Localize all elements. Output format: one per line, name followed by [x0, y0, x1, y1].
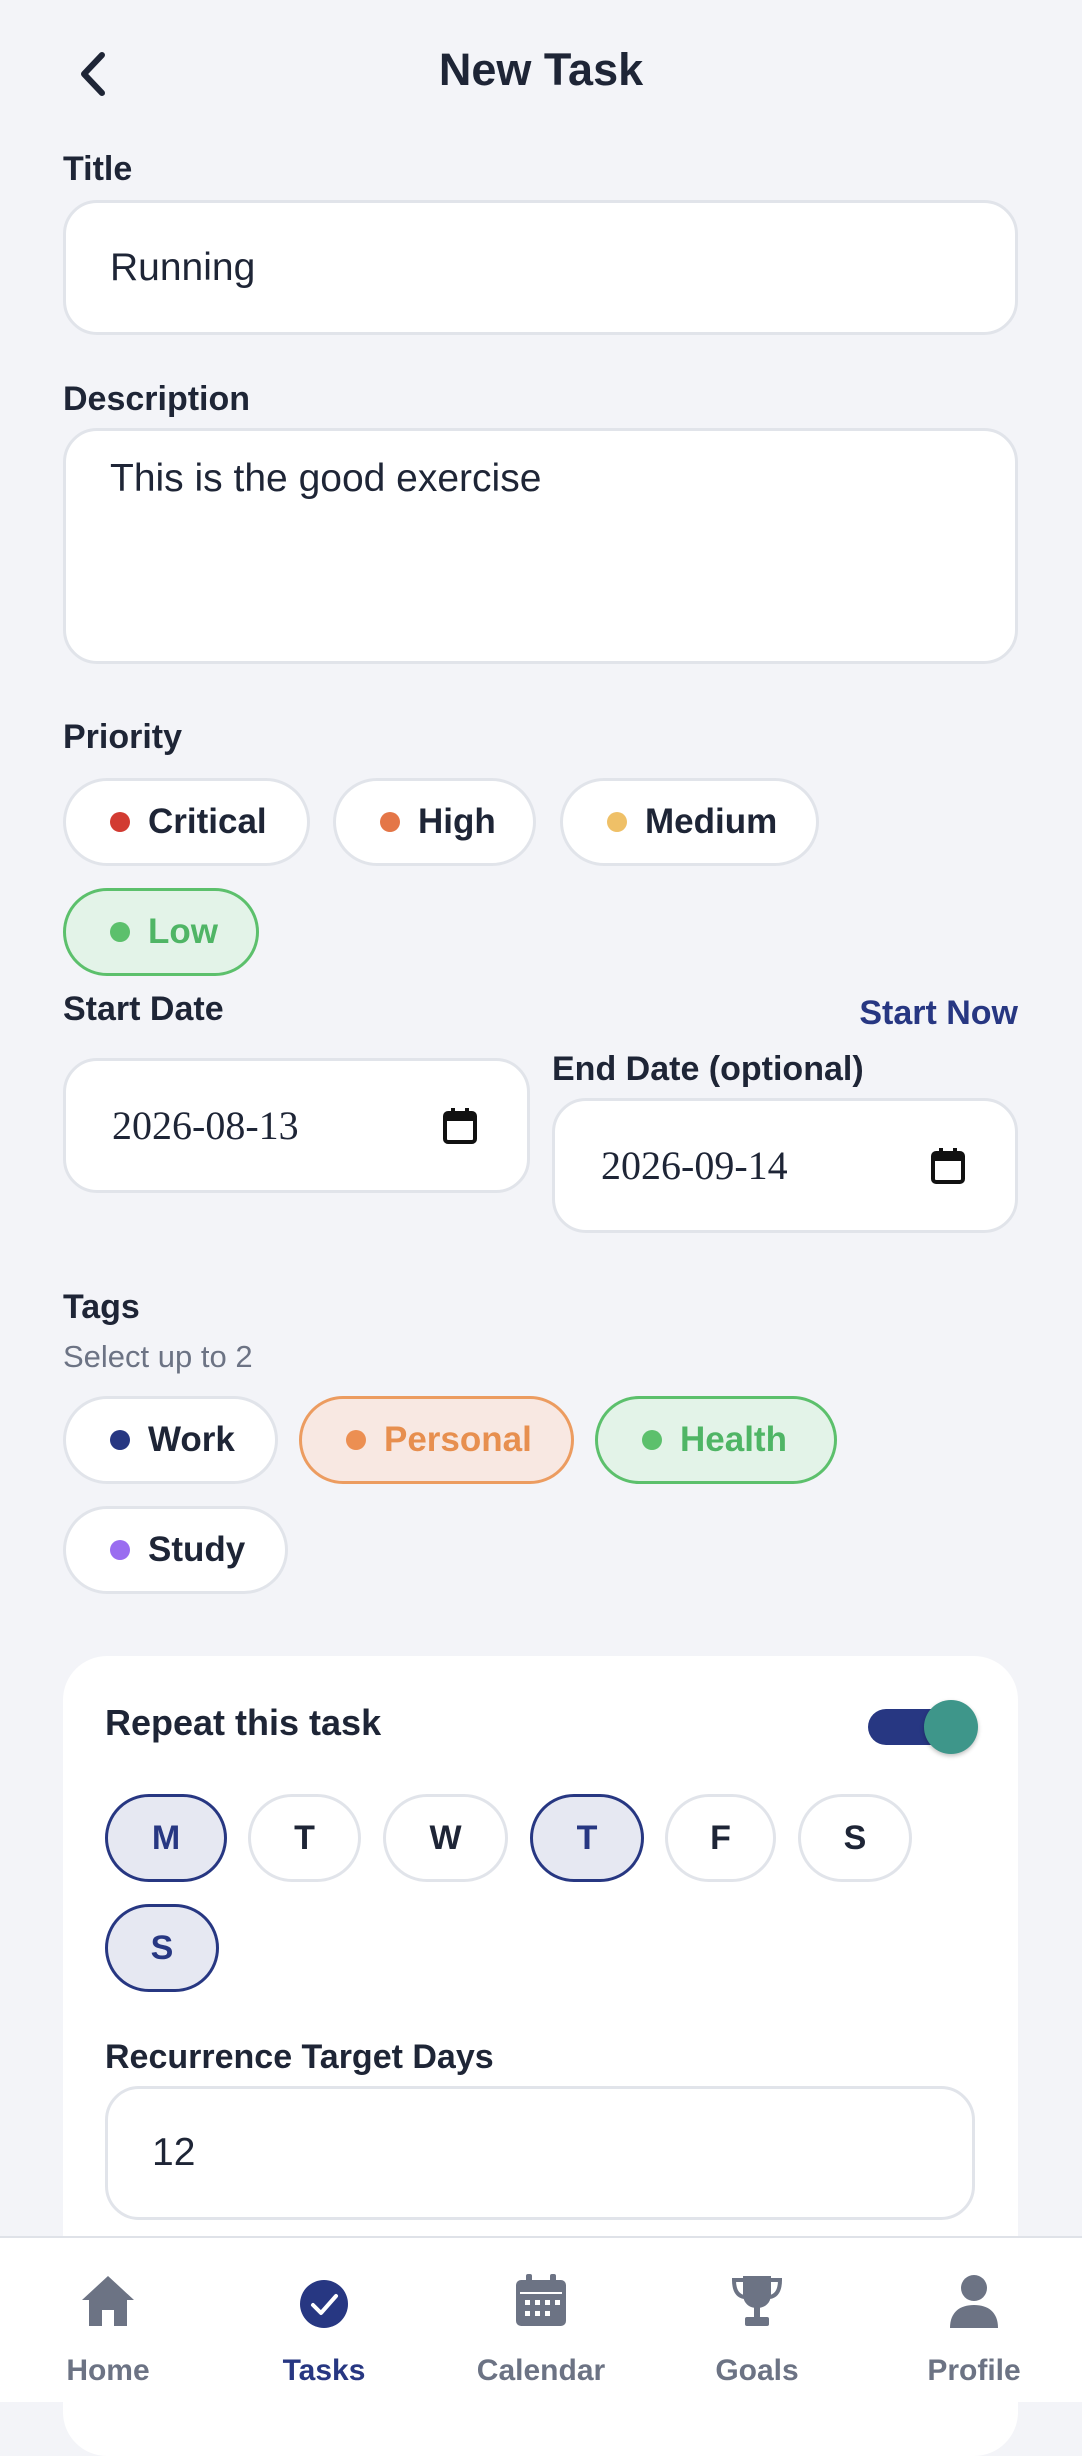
title-label: Title [63, 150, 133, 188]
priority-chip-high[interactable]: High [333, 778, 536, 866]
repeat-toggle[interactable] [868, 1700, 978, 1754]
tag-chip-label: Personal [384, 1420, 532, 1459]
tag-chip-work[interactable]: Work [63, 1396, 278, 1484]
priority-chip-critical[interactable]: Critical [63, 778, 310, 866]
end-date-label: End Date (optional) [552, 1050, 864, 1088]
tag-chip-study[interactable]: Study [63, 1506, 288, 1594]
study-dot-icon [110, 1540, 130, 1560]
nav-label-calendar: Calendar [476, 2354, 606, 2387]
calendar-picker-icon[interactable] [443, 1107, 477, 1144]
title-input-value: Running [110, 245, 256, 289]
personal-dot-icon [346, 1430, 366, 1450]
work-dot-icon [110, 1430, 130, 1450]
description-textarea[interactable]: This is the good exercise [63, 428, 1018, 664]
description-label: Description [63, 380, 251, 418]
nav-item-goals[interactable]: Goals [649, 2238, 865, 2404]
home-icon [82, 2276, 134, 2326]
nav-item-home[interactable]: Home [0, 2238, 216, 2404]
end-date-input[interactable]: 2026-09-14 [552, 1098, 1018, 1233]
end-date-value: 2026-09-14 [601, 1143, 788, 1188]
bottom-nav: Home Tasks Calendar Goals Profile [0, 2236, 1082, 2402]
start-now-link[interactable]: Start Now [859, 994, 1018, 1033]
high-dot-icon [380, 812, 400, 832]
medium-dot-icon [607, 812, 627, 832]
recurrence-target-value: 12 [152, 2131, 196, 2174]
tag-chip-health[interactable]: Health [595, 1396, 837, 1484]
calendar-picker-icon[interactable] [931, 1147, 965, 1184]
tag-chip-label: Health [680, 1420, 787, 1459]
calendar-icon [516, 2274, 566, 2326]
tag-chip-personal[interactable]: Personal [299, 1396, 574, 1484]
nav-label-tasks: Tasks [282, 2354, 366, 2387]
page-title: New Task [438, 44, 644, 95]
priority-chip-label: High [418, 802, 496, 841]
start-date-input[interactable]: 2026-08-13 [63, 1058, 530, 1193]
start-date-label: Start Date [63, 990, 224, 1028]
priority-chip-label: Critical [148, 802, 267, 841]
toggle-knob [924, 1700, 978, 1754]
description-value: This is the good exercise [110, 457, 542, 500]
priority-chip-label: Low [148, 912, 218, 951]
day-wednesday[interactable]: W [383, 1794, 508, 1882]
day-friday[interactable]: F [665, 1794, 776, 1882]
title-input[interactable]: Running [63, 200, 1018, 335]
day-monday[interactable]: M [105, 1794, 227, 1882]
priority-chip-label: Medium [645, 802, 778, 841]
nav-item-profile[interactable]: Profile [866, 2238, 1082, 2404]
day-sunday[interactable]: S [105, 1904, 219, 1992]
health-dot-icon [642, 1430, 662, 1450]
trophy-icon [731, 2276, 783, 2326]
day-saturday[interactable]: S [798, 1794, 912, 1882]
tags-label: Tags [63, 1288, 140, 1326]
nav-item-tasks[interactable]: Tasks [216, 2238, 432, 2404]
nav-label-goals: Goals [715, 2354, 799, 2387]
priority-label: Priority [63, 718, 183, 756]
nav-label-home: Home [66, 2354, 150, 2387]
day-tuesday[interactable]: T [248, 1794, 361, 1882]
low-dot-icon [110, 922, 130, 942]
priority-chip-low[interactable]: Low [63, 888, 259, 976]
recurrence-target-input[interactable]: 12 [105, 2086, 975, 2220]
tag-chip-label: Work [148, 1420, 235, 1459]
critical-dot-icon [110, 812, 130, 832]
tag-chip-label: Study [148, 1530, 246, 1569]
recurrence-target-label: Recurrence Target Days [105, 2038, 494, 2076]
start-date-value: 2026-08-13 [112, 1103, 299, 1148]
day-thursday[interactable]: T [530, 1794, 644, 1882]
priority-chip-medium[interactable]: Medium [560, 778, 819, 866]
person-icon [950, 2275, 998, 2328]
repeat-label: Repeat this task [105, 1702, 382, 1743]
check-circle-icon [300, 2280, 348, 2328]
nav-item-calendar[interactable]: Calendar [433, 2238, 649, 2404]
tags-hint: Select up to 2 [63, 1339, 253, 1374]
nav-label-profile: Profile [927, 2354, 1021, 2387]
